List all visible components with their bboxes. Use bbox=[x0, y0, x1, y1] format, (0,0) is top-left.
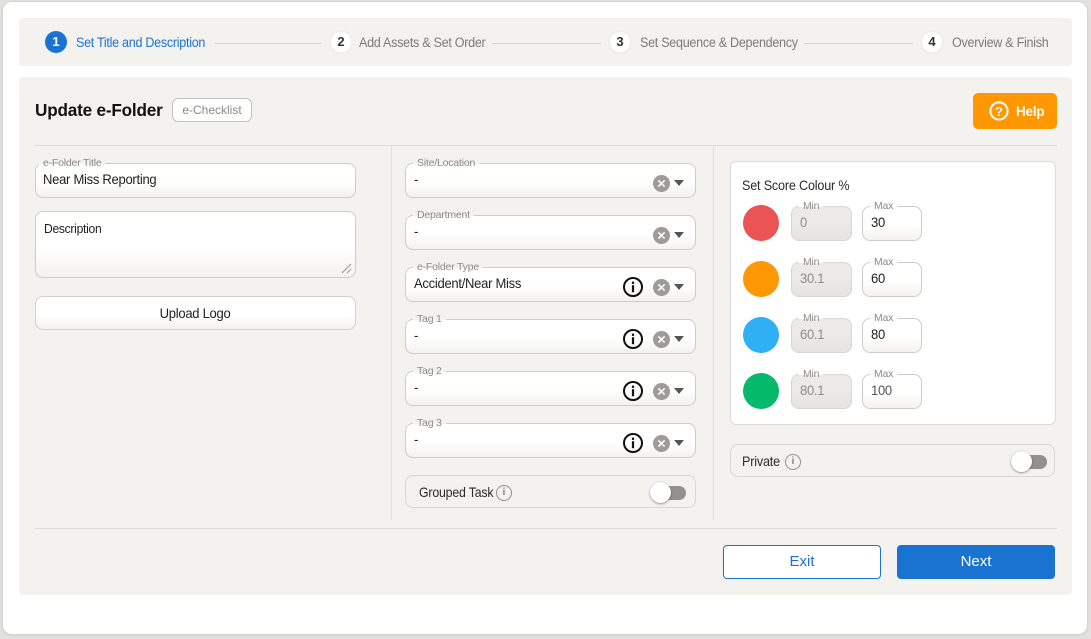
svg-text:?: ? bbox=[995, 104, 1003, 119]
